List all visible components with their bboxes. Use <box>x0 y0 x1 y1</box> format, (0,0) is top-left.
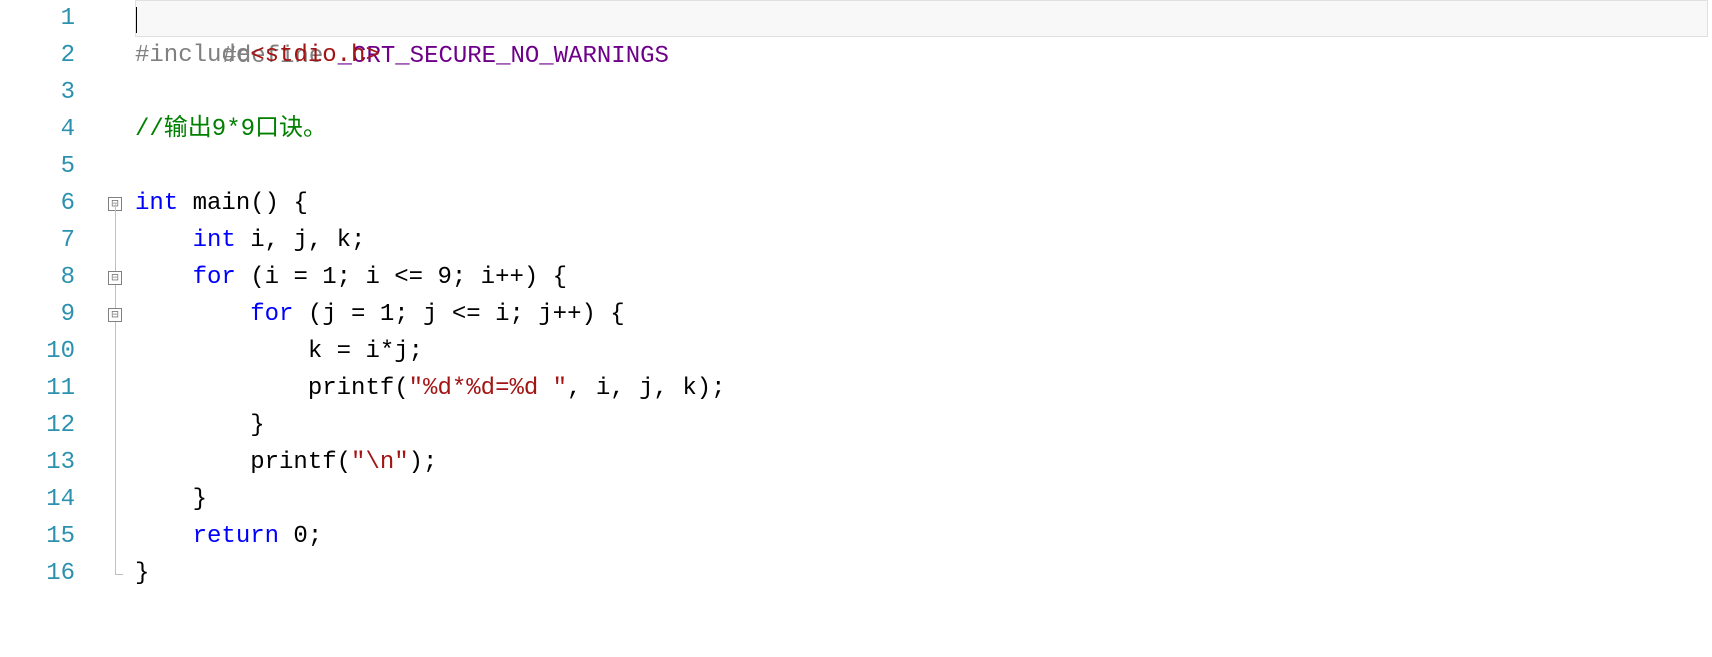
code-line[interactable]: printf("\n"); <box>135 444 1712 481</box>
fold-cell <box>95 37 135 74</box>
fold-cell <box>95 481 135 518</box>
comment-token: //输出9*9口诀。 <box>135 116 327 143</box>
code-line[interactable]: #include<stdio.h> <box>135 37 1712 74</box>
keyword-token: for <box>193 264 236 291</box>
code-line[interactable]: #define _CRT_SECURE_NO_WARNINGS <box>135 0 1708 37</box>
keyword-token: return <box>193 523 279 550</box>
fold-margin: ⊟ ⊟ ⊟ <box>95 0 135 657</box>
code-line[interactable]: int i, j, k; <box>135 222 1712 259</box>
text-token: (i = 1; i <= 9; i++) { <box>236 264 567 291</box>
line-number: 10 <box>0 333 75 370</box>
indent <box>135 301 250 328</box>
code-editor[interactable]: 1 2 3 4 5 6 7 8 9 10 11 12 13 14 15 16 ⊟… <box>0 0 1712 657</box>
code-line[interactable]: } <box>135 481 1712 518</box>
line-number: 5 <box>0 148 75 185</box>
code-line[interactable]: } <box>135 555 1712 592</box>
line-number: 16 <box>0 555 75 592</box>
fold-cell <box>95 74 135 111</box>
line-number: 15 <box>0 518 75 555</box>
line-number: 7 <box>0 222 75 259</box>
line-number: 3 <box>0 74 75 111</box>
string-token: "%d*%d=%d " <box>409 375 567 402</box>
text-token: } <box>135 412 265 439</box>
function-token: printf( <box>308 375 409 402</box>
fold-cell[interactable]: ⊟ <box>95 296 135 333</box>
line-number: 4 <box>0 111 75 148</box>
preprocessor-token: #include <box>135 42 250 69</box>
text-token: } <box>135 486 207 513</box>
line-number: 14 <box>0 481 75 518</box>
code-line[interactable]: for (i = 1; i <= 9; i++) { <box>135 259 1712 296</box>
indent <box>135 523 193 550</box>
line-number-gutter: 1 2 3 4 5 6 7 8 9 10 11 12 13 14 15 16 <box>0 0 95 657</box>
line-number: 6 <box>0 185 75 222</box>
text-token: ); <box>409 449 438 476</box>
fold-cell <box>95 518 135 555</box>
text-caret <box>136 7 137 33</box>
indent <box>135 264 193 291</box>
text-token: (j = 1; j <= i; j++) { <box>293 301 624 328</box>
fold-cell <box>95 0 135 37</box>
indent <box>135 375 308 402</box>
text-token: k = i*j; <box>135 338 423 365</box>
line-number: 1 <box>0 0 75 37</box>
text-token: main() { <box>193 190 308 217</box>
fold-cell <box>95 111 135 148</box>
code-line[interactable]: int main() { <box>135 185 1712 222</box>
text-token: 0; <box>279 523 322 550</box>
code-line[interactable]: //输出9*9口诀。 <box>135 111 1712 148</box>
line-number: 9 <box>0 296 75 333</box>
indent <box>135 449 250 476</box>
code-text-area[interactable]: #define _CRT_SECURE_NO_WARNINGS #include… <box>135 0 1712 657</box>
code-line[interactable] <box>135 148 1712 185</box>
line-number: 2 <box>0 37 75 74</box>
line-number: 13 <box>0 444 75 481</box>
function-token: printf( <box>250 449 351 476</box>
code-line[interactable]: } <box>135 407 1712 444</box>
text-token: } <box>135 560 149 587</box>
fold-cell <box>95 407 135 444</box>
fold-cell <box>95 333 135 370</box>
line-number: 12 <box>0 407 75 444</box>
fold-cell <box>95 148 135 185</box>
code-line[interactable]: printf("%d*%d=%d ", i, j, k); <box>135 370 1712 407</box>
code-line[interactable]: return 0; <box>135 518 1712 555</box>
fold-cell <box>95 555 135 592</box>
fold-cell[interactable]: ⊟ <box>95 185 135 222</box>
fold-toggle-icon[interactable]: ⊟ <box>108 308 122 322</box>
code-line[interactable] <box>135 74 1712 111</box>
keyword-token: int <box>193 227 236 254</box>
text-token: i, j, k; <box>236 227 366 254</box>
fold-cell <box>95 222 135 259</box>
keyword-token: for <box>250 301 293 328</box>
code-line[interactable]: for (j = 1; j <= i; j++) { <box>135 296 1712 333</box>
fold-cell[interactable]: ⊟ <box>95 259 135 296</box>
fold-cell <box>95 370 135 407</box>
keyword-token: int <box>135 190 178 217</box>
text-token <box>178 190 192 217</box>
indent <box>135 227 193 254</box>
code-line[interactable]: k = i*j; <box>135 333 1712 370</box>
fold-toggle-icon[interactable]: ⊟ <box>108 271 122 285</box>
fold-cell <box>95 444 135 481</box>
text-token: , i, j, k); <box>567 375 725 402</box>
line-number: 8 <box>0 259 75 296</box>
string-token: "\n" <box>351 449 409 476</box>
line-number: 11 <box>0 370 75 407</box>
include-string-token: <stdio.h> <box>250 42 380 69</box>
